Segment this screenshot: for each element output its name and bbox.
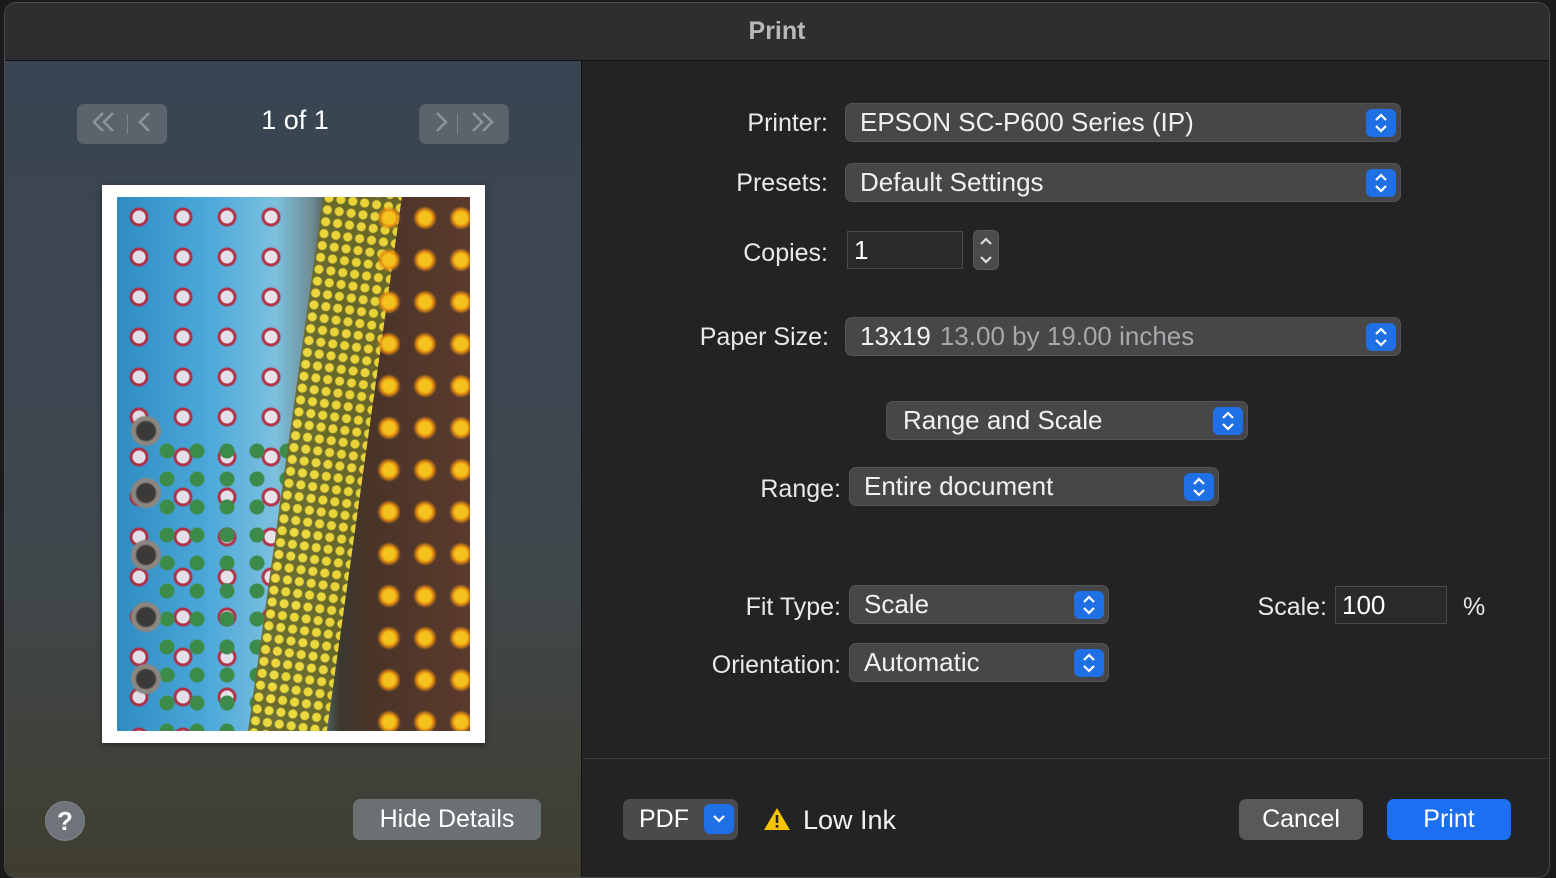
printer-value: EPSON SC-P600 Series (IP) [860,107,1194,137]
orientation-value: Automatic [864,647,980,677]
updown-chevron-icon [1366,169,1396,197]
hide-details-button[interactable]: Hide Details [353,799,541,840]
paper-size-label: Paper Size: [699,323,829,351]
scale-field[interactable]: 100 [1335,586,1447,624]
nav-separator [127,114,129,134]
paper-size-detail: 13.00 by 19.00 inches [939,321,1195,351]
paper-size-popup[interactable]: 13x19 13.00 by 19.00 inches [845,317,1401,356]
paper-size-name: 13x19 [860,321,931,351]
last-page-icon[interactable] [467,109,495,140]
print-button[interactable]: Print [1387,799,1511,840]
updown-chevron-icon [1074,591,1104,619]
presets-popup[interactable]: Default Settings [845,163,1401,202]
previous-page-icon[interactable] [137,109,153,140]
section-value: Range and Scale [903,405,1103,435]
warning-icon [763,806,791,837]
fit-type-label: Fit Type: [745,593,841,621]
preview-image [117,197,470,731]
page-preview [102,185,485,743]
stepper-down-icon [980,255,992,264]
settings-pane: Printer: EPSON SC-P600 Series (IP) Prese… [583,61,1549,877]
fit-type-value: Scale [864,589,930,619]
chevron-down-icon [704,804,734,834]
updown-chevron-icon [1366,109,1396,137]
orientation-popup[interactable]: Automatic [849,643,1109,682]
page-forward-buttons[interactable] [419,104,509,144]
updown-chevron-icon [1184,473,1214,501]
scale-unit: % [1463,593,1486,621]
printer-popup[interactable]: EPSON SC-P600 Series (IP) [845,103,1401,142]
range-label: Range: [760,475,841,503]
presets-value: Default Settings [860,167,1044,197]
presets-label: Presets: [736,169,828,197]
copies-stepper[interactable] [973,230,999,270]
nav-separator [457,114,459,134]
copies-label: Copies: [743,239,828,267]
cancel-button[interactable]: Cancel [1239,799,1363,840]
pdf-label: PDF [639,805,689,833]
stepper-up-icon [980,236,992,245]
orientation-label: Orientation: [711,651,841,679]
help-button[interactable]: ? [45,801,85,841]
updown-chevron-icon [1074,649,1104,677]
page-back-buttons[interactable] [77,104,167,144]
copies-field[interactable]: 1 [847,231,963,269]
scale-label: Scale: [1257,593,1327,621]
section-popup[interactable]: Range and Scale [886,401,1248,440]
range-popup[interactable]: Entire document [849,467,1219,506]
print-dialog: Print 1 of 1 ? Hide Details Printer: EPS… [4,2,1550,878]
fit-type-popup[interactable]: Scale [849,585,1109,624]
next-page-icon[interactable] [433,109,449,140]
pdf-menu-button[interactable]: PDF [623,799,738,840]
window-title: Print [748,17,806,45]
updown-chevron-icon [1213,407,1243,435]
page-indicator: 1 of 1 [261,105,329,135]
low-ink-warning: Low Ink [803,805,897,835]
title-bar: Print [5,3,1549,61]
footer-divider [583,758,1549,759]
first-page-icon[interactable] [91,109,119,140]
printer-label: Printer: [747,109,828,137]
updown-chevron-icon [1366,323,1396,351]
range-value: Entire document [864,471,1054,501]
preview-pane: 1 of 1 ? Hide Details [5,61,582,877]
